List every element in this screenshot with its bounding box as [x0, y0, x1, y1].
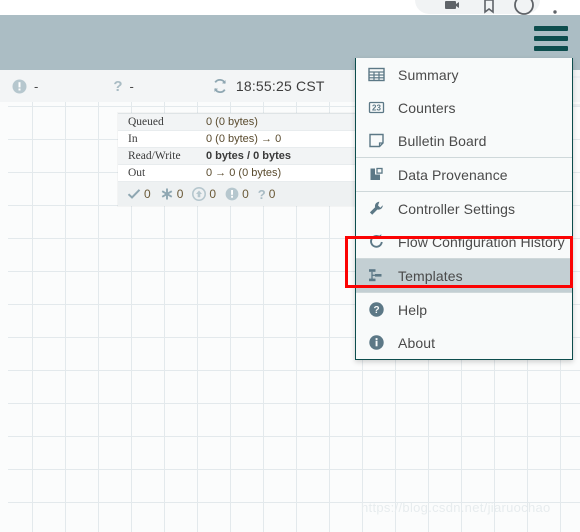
stopped-count: 0 [160, 187, 184, 201]
menu-group-templates: Templates [356, 259, 572, 293]
profile-icon[interactable] [513, 0, 535, 16]
stats-row-read-write: Read/Write 0 bytes / 0 bytes [118, 148, 363, 165]
hamburger-bar [534, 45, 568, 51]
count-value: 0 [242, 187, 249, 201]
count-value: 0 [144, 187, 151, 201]
canvas-left-gutter [0, 102, 8, 532]
menu-item-flow-configuration-history[interactable]: Flow Configuration History [356, 225, 572, 258]
refresh-status[interactable]: 18:55:25 CST [212, 70, 325, 102]
stats-value: 0 → 0 (0 bytes) [206, 167, 282, 179]
question-icon: ? [257, 186, 266, 202]
stats-row-in: In 0 (0 bytes) → 0 [118, 131, 363, 148]
unknown-status[interactable]: ? - [113, 70, 134, 102]
menu-item-bulletin-board[interactable]: Bulletin Board [356, 124, 572, 157]
stats-row-out: Out 0 → 0 (0 bytes) [118, 165, 363, 182]
global-menu[interactable]: Summary 23 Counters Bulletin Board Data … [355, 58, 573, 360]
table-icon [368, 66, 398, 83]
menu-item-label: Templates [398, 267, 463, 284]
svg-text:?: ? [373, 305, 379, 316]
counters-23-icon: 23 [368, 99, 398, 116]
watermark-text: https://blog.csdn.net/jiaruochao [361, 500, 551, 515]
warning-icon [225, 187, 239, 201]
template-icon [368, 267, 398, 284]
stats-label: Read/Write [128, 150, 181, 162]
menu-item-label: Controller Settings [398, 200, 516, 217]
question-icon: ? [113, 77, 123, 95]
menu-group-info: ? Help About [356, 293, 572, 359]
upload-icon [192, 187, 207, 201]
note-icon [368, 132, 398, 149]
menu-item-counters[interactable]: 23 Counters [356, 91, 572, 124]
stats-value: 0 (0 bytes) [206, 116, 258, 128]
menu-item-templates[interactable]: Templates [356, 259, 572, 292]
provenance-icon [368, 166, 398, 183]
bookmark-icon[interactable] [481, 0, 497, 14]
stats-label: In [128, 133, 138, 145]
menu-item-help[interactable]: ? Help [356, 293, 572, 326]
stats-value: 0 (0 bytes) → 0 [206, 133, 282, 145]
alert-icon [12, 79, 27, 94]
running-count: 0 [127, 187, 151, 201]
hamburger-bar [534, 35, 568, 41]
menu-item-about[interactable]: About [356, 326, 572, 359]
invalid-count: 0 [225, 187, 249, 201]
menu-group-monitoring: Summary 23 Counters Bulletin Board [356, 58, 572, 158]
processor-stats-panel: Queued 0 (0 bytes) In 0 (0 bytes) → 0 Re… [118, 113, 363, 206]
bulletin-status[interactable]: - [12, 70, 38, 102]
menu-item-label: Help [398, 301, 428, 318]
count-value: 0 [176, 187, 184, 201]
menu-item-summary[interactable]: Summary [356, 58, 572, 91]
app-root: - ? - 18:55:25 CST Queued 0 (0 bytes) In… [0, 0, 580, 532]
asterisk-icon [160, 187, 174, 201]
menu-item-label: About [398, 334, 436, 351]
bulletin-value: - [34, 78, 39, 94]
disabled-count: ? 0 [258, 187, 276, 202]
browser-toolbar [0, 0, 580, 15]
menu-item-label: Summary [398, 66, 459, 83]
stats-label: Out [128, 167, 146, 179]
menu-group-provenance: Data Provenance [356, 158, 572, 192]
transmitting-count: 0 [192, 187, 216, 201]
stats-label: Queued [128, 116, 164, 128]
global-menu-button[interactable] [530, 23, 572, 53]
menu-item-label: Flow Configuration History [398, 233, 565, 250]
processor-status-counts: 0 0 0 0 ? 0 [118, 182, 363, 206]
menu-dots-icon[interactable] [552, 0, 558, 15]
menu-item-data-provenance[interactable]: Data Provenance [356, 158, 572, 191]
menu-item-label: Counters [398, 99, 456, 116]
stats-value: 0 bytes / 0 bytes [206, 150, 291, 162]
wrench-icon [368, 200, 398, 217]
menu-item-label: Bulletin Board [398, 132, 487, 149]
count-value: 0 [209, 187, 217, 201]
menu-item-label: Data Provenance [398, 166, 508, 183]
unknown-value: - [129, 78, 134, 94]
menu-item-controller-settings[interactable]: Controller Settings [356, 192, 572, 225]
hamburger-bar [534, 25, 568, 31]
history-icon [368, 233, 398, 250]
info-icon [368, 334, 398, 351]
count-value: 0 [268, 187, 276, 201]
menu-group-settings: Controller Settings Flow Configuration H… [356, 192, 572, 259]
cast-icon[interactable] [443, 0, 459, 14]
help-icon: ? [368, 301, 398, 318]
check-icon [127, 187, 141, 201]
last-refreshed-time: 18:55:25 CST [235, 78, 325, 94]
svg-text:23: 23 [372, 103, 381, 112]
refresh-icon[interactable] [212, 78, 228, 94]
stats-row-queued: Queued 0 (0 bytes) [118, 114, 363, 131]
